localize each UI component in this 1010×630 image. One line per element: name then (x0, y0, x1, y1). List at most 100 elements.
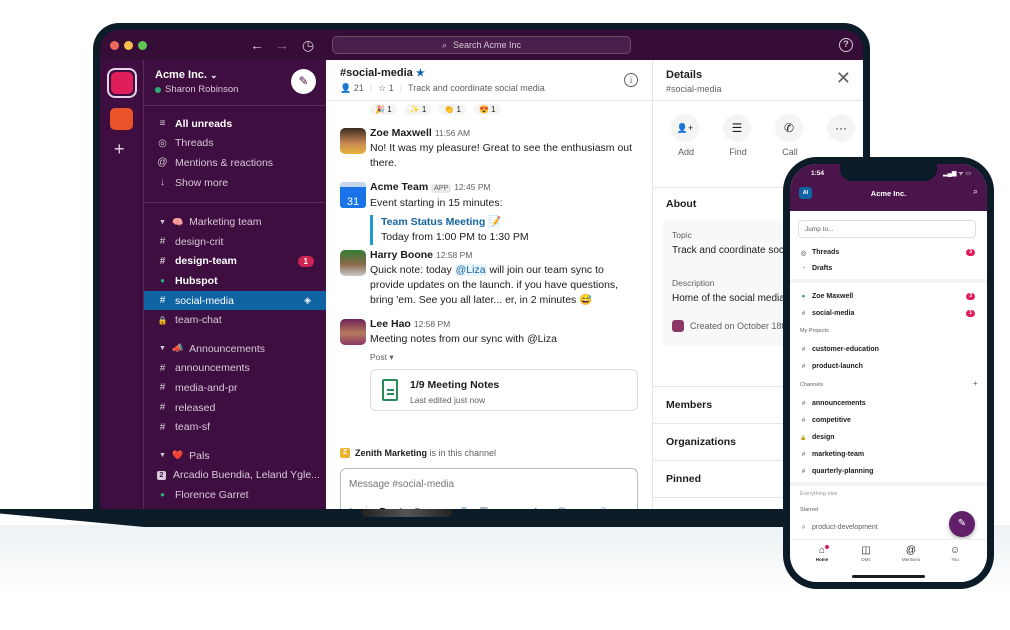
member-count-value: 21 (353, 83, 364, 93)
forward-arrow-icon[interactable]: → (275, 37, 289, 53)
sidebar-item-threads[interactable]: ◎ Threads (144, 134, 326, 154)
sidebar-item-all-unreads[interactable]: ≡ All unreads (144, 114, 326, 134)
sidebar-item-show-more[interactable]: ↓ Show more (144, 173, 326, 193)
search-icon[interactable]: ⌕ (973, 186, 978, 197)
channel-media-and-pr[interactable]: # media-and-pr (144, 378, 326, 398)
mobile-channel[interactable]: # marketing-team (800, 449, 977, 460)
history-icon[interactable]: ◷ (302, 37, 314, 53)
channel-team-sf[interactable]: # team-sf (144, 417, 326, 437)
section-starred[interactable]: Starred (800, 507, 818, 513)
current-user[interactable]: Sharon Robinson (155, 84, 238, 95)
tab-dms[interactable]: ◫ DMs (846, 545, 886, 562)
mobile-channel-social-media[interactable]: # social-media 1 (800, 308, 977, 319)
close-window-button[interactable] (110, 41, 119, 50)
reaction[interactable]: 🎉 1 (370, 104, 397, 115)
add-button[interactable]: 👤+ Add (671, 114, 701, 157)
group-dm[interactable]: 2 Arcadio Buendia, Leland Ygle... (144, 466, 326, 486)
mobile-channel[interactable]: # quarterly-planning (800, 466, 977, 477)
org-name[interactable]: Zenith Marketing (355, 448, 427, 458)
section-my-projects[interactable]: My Projects (800, 328, 829, 334)
mobile-channel[interactable]: # competitive (800, 415, 977, 426)
reaction[interactable]: ✨ 1 (404, 104, 432, 115)
message-time[interactable]: 12:58 PM (436, 250, 472, 260)
more-actions-button[interactable]: ··· (827, 114, 857, 142)
dm-florence-garret[interactable]: ● Florence Garret (144, 485, 326, 505)
avatar[interactable] (340, 128, 366, 154)
reaction[interactable]: 👏 1 (439, 104, 466, 115)
tab-label: You (951, 557, 959, 562)
back-arrow-icon[interactable]: ← (250, 37, 264, 53)
search-bar[interactable]: ⌕ Search Acme Inc (332, 36, 631, 54)
action-label: Add (677, 147, 694, 157)
message-author[interactable]: Harry Boone (370, 249, 433, 261)
mobile-channel[interactable]: # announcements (800, 398, 977, 409)
message-time[interactable]: 11:56 AM (435, 128, 470, 138)
workspace-switcher-acme[interactable] (107, 68, 137, 98)
topic-label: Topic (672, 230, 692, 240)
post-attachment[interactable]: 1/9 Meeting Notes Last edited just now (370, 369, 638, 411)
hash-icon: # (801, 363, 806, 370)
pinned-count[interactable]: ☆ 1 (378, 83, 394, 94)
dm-hubspot[interactable]: ● Hubspot (144, 271, 326, 291)
call-button[interactable]: ✆ Call (775, 114, 805, 157)
mobile-channel[interactable]: # product-launch (800, 361, 977, 372)
section-emoji: 🧠 (171, 216, 184, 227)
channel-title[interactable]: #social-media ★ (340, 67, 425, 79)
tab-you[interactable]: ☺ You (935, 545, 975, 562)
member-count[interactable]: 👤 21 (340, 83, 364, 94)
help-icon[interactable]: ? (839, 38, 853, 52)
tab-home[interactable]: ⌂ Home (802, 545, 842, 562)
message-author[interactable]: Lee Hao (370, 318, 411, 330)
section-announcements[interactable]: ▼ 📣 Announcements (144, 339, 326, 359)
workspace-menu[interactable]: Acme Inc. ⌄ (155, 69, 218, 81)
maximize-window-button[interactable] (138, 41, 147, 50)
user-mention[interactable]: @Liza (454, 264, 487, 276)
section-everything-else[interactable]: Everything else (800, 491, 838, 497)
mobile-dm-zoe[interactable]: ● Zoe Maxwell 3 (800, 291, 977, 302)
message-author[interactable]: Acme Team (370, 181, 428, 193)
compose-fab-button[interactable]: ✎ (949, 511, 975, 537)
close-icon[interactable]: ✕ (836, 68, 851, 89)
message-input[interactable] (349, 475, 619, 493)
star-icon[interactable]: ★ (416, 68, 425, 79)
section-channels[interactable]: Channels (800, 382, 823, 388)
post-dropdown[interactable]: Post ▾ (370, 350, 640, 365)
info-icon[interactable]: i (624, 73, 638, 87)
reaction[interactable]: 😍 1 (473, 104, 501, 115)
channel-label: announcements (175, 362, 250, 375)
channel-design-team[interactable]: # design-team 1 (144, 252, 326, 272)
add-workspace-icon[interactable]: + (114, 140, 125, 158)
mobile-drafts[interactable]: ◔ Drafts (800, 263, 977, 274)
mobile-channel[interactable]: 🔒 design (800, 432, 977, 443)
workspace-switcher-other[interactable] (110, 108, 133, 130)
message-time[interactable]: 12:45 PM (454, 182, 490, 192)
minimize-window-button[interactable] (124, 41, 133, 50)
find-button[interactable]: ☰ Find (723, 114, 753, 157)
notice-text: is in this channel (427, 448, 497, 458)
section-marketing-team[interactable]: ▼ 🧠 Marketing team (144, 212, 326, 232)
section-pals[interactable]: ▼ ❤️ Pals (144, 446, 326, 466)
event-title-link[interactable]: Team Status Meeting 📝 (381, 215, 640, 230)
avatar[interactable] (340, 250, 366, 276)
channel-announcements[interactable]: # announcements (144, 359, 326, 379)
channel-design-crit[interactable]: # design-crit (144, 232, 326, 252)
notification-dot (825, 545, 829, 549)
pinned-count-value: 1 (388, 83, 394, 93)
message-author[interactable]: Zoe Maxwell (370, 127, 432, 139)
message-time[interactable]: 12:58 PM (414, 319, 450, 329)
huddle-icon[interactable]: ◈ (304, 295, 311, 306)
channel-social-media[interactable]: # social-media ◈ (144, 290, 326, 311)
sidebar-item-mentions[interactable]: @ Mentions & reactions (144, 153, 326, 173)
about-heading[interactable]: About (666, 198, 696, 210)
mobile-threads[interactable]: ◎ Threads 3 (800, 247, 977, 258)
calendar-icon[interactable]: 31 (340, 182, 366, 208)
avatar[interactable] (340, 319, 366, 345)
add-channel-icon[interactable]: + (973, 379, 978, 388)
jump-to-input[interactable]: Jump to... (798, 220, 976, 238)
tab-mentions[interactable]: @ Mentions (891, 545, 931, 562)
compose-button[interactable]: ✎ (291, 69, 316, 94)
channel-team-chat[interactable]: 🔒 team-chat (144, 310, 326, 330)
mobile-channel[interactable]: # customer-education (800, 344, 977, 355)
laptop: ← → ◷ ⌕ Search Acme Inc ? + Acme Inc. ⌄ … (93, 23, 870, 518)
channel-released[interactable]: # released (144, 398, 326, 418)
